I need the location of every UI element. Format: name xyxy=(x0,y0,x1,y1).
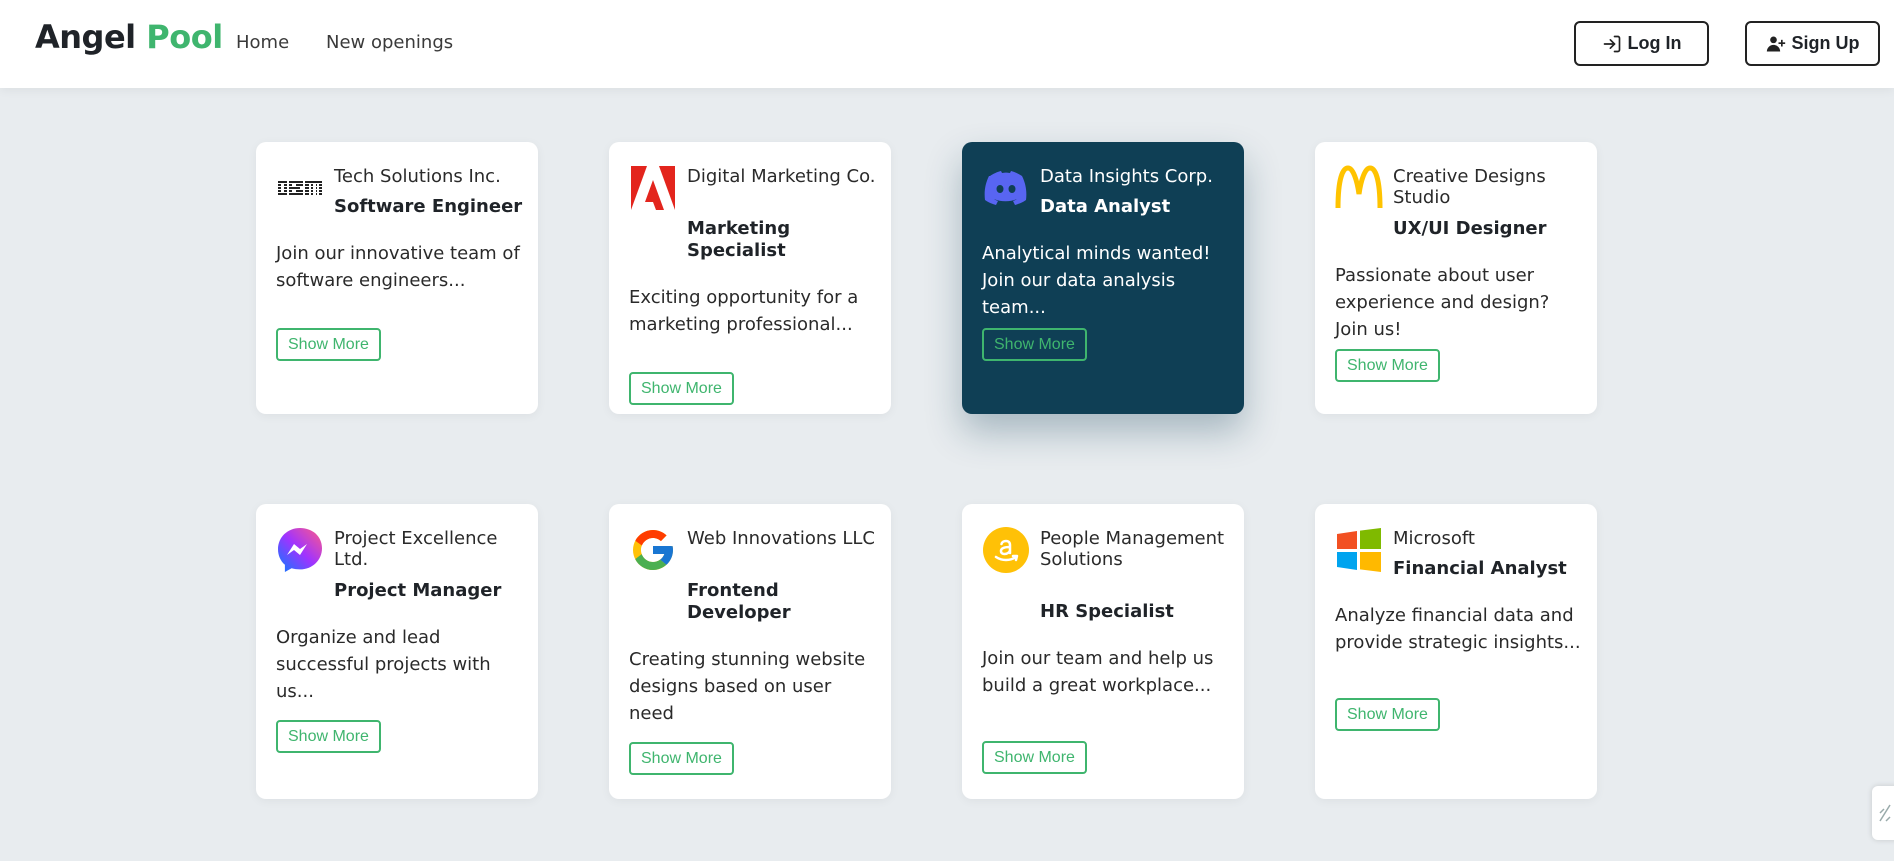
microsoft-logo xyxy=(1335,526,1383,574)
job-description: Organize and lead successful projects wi… xyxy=(276,627,491,702)
job-card: Web Innovations LLC Frontend Developer C… xyxy=(609,504,891,799)
company-name: Data Insights Corp. xyxy=(1040,166,1213,187)
company-name: Web Innovations LLC xyxy=(687,528,875,549)
signup-label: Sign Up xyxy=(1791,33,1860,53)
messenger-logo xyxy=(276,526,324,574)
job-description: Join our team and help us build a great … xyxy=(982,648,1214,696)
brand-name-part2: Pool xyxy=(146,18,223,56)
add-user-icon xyxy=(1766,36,1785,51)
company-name: Creative Designs Studio xyxy=(1393,166,1546,208)
job-card: Digital Marketing Co. Marketing Speciali… xyxy=(609,142,891,414)
expand-icon xyxy=(1879,804,1891,822)
company-name: Microsoft xyxy=(1393,528,1475,549)
show-more-button[interactable]: Show More xyxy=(982,741,1087,774)
job-title: Software Engineer xyxy=(334,196,523,217)
job-card: People Management Solutions HR Specialis… xyxy=(962,504,1244,799)
job-title: Financial Analyst xyxy=(1393,558,1567,579)
job-description: Analytical minds wanted! Join our data a… xyxy=(982,243,1211,318)
show-more-button[interactable]: Show More xyxy=(1335,698,1440,731)
job-title: Frontend Developer xyxy=(687,580,791,623)
amazon-logo xyxy=(982,526,1030,574)
job-card-active: Data Insights Corp. Data Analyst Analyti… xyxy=(962,142,1244,414)
job-description: Passionate about user experience and des… xyxy=(1335,265,1550,340)
job-card: Creative Designs Studio UX/UI Designer P… xyxy=(1315,142,1597,414)
google-logo xyxy=(629,526,677,574)
brand-name-part1: Angel xyxy=(35,18,136,56)
job-title: Project Manager xyxy=(334,580,502,601)
brand-logo[interactable]: Angel Pool xyxy=(35,18,223,56)
job-title: HR Specialist xyxy=(1040,601,1174,622)
company-name: People Management Solutions xyxy=(1040,528,1225,570)
signup-button[interactable]: Sign Up xyxy=(1745,21,1880,66)
job-card: Microsoft Financial Analyst Analyze fina… xyxy=(1315,504,1597,799)
show-more-button[interactable]: Show More xyxy=(276,328,381,361)
show-more-button[interactable]: Show More xyxy=(982,328,1087,361)
login-icon xyxy=(1603,35,1620,52)
job-description: Exciting opportunity for a marketing pro… xyxy=(629,287,859,335)
show-more-button[interactable]: Show More xyxy=(1335,349,1440,382)
company-name: Digital Marketing Co. xyxy=(687,166,876,187)
job-card: Project Excellence Ltd. Project Manager … xyxy=(256,504,538,799)
job-title: UX/UI Designer xyxy=(1393,218,1547,239)
adobe-logo xyxy=(629,164,677,212)
login-button[interactable]: Log In xyxy=(1574,21,1709,66)
job-description: Join our innovative team of software eng… xyxy=(276,243,520,291)
mcdonalds-logo xyxy=(1335,164,1383,212)
ibm-logo xyxy=(276,164,324,212)
company-name: Tech Solutions Inc. xyxy=(334,166,501,187)
job-description: Creating stunning website designs based … xyxy=(629,649,866,724)
nav-home-link[interactable]: Home xyxy=(236,32,289,53)
discord-logo xyxy=(982,164,1030,212)
login-label: Log In xyxy=(1627,33,1682,53)
company-name: Project Excellence Ltd. xyxy=(334,528,498,570)
show-more-button[interactable]: Show More xyxy=(629,742,734,775)
job-card: Tech Solutions Inc. Software Engineer Jo… xyxy=(256,142,538,414)
nav-new-openings-link[interactable]: New openings xyxy=(326,32,453,53)
job-description: Analyze financial data and provide strat… xyxy=(1335,605,1581,653)
navbar: Angel Pool Home New openings Log In Sign… xyxy=(0,0,1894,88)
show-more-button[interactable]: Show More xyxy=(629,372,734,405)
job-title: Marketing Specialist xyxy=(687,218,791,261)
show-more-button[interactable]: Show More xyxy=(276,720,381,753)
job-title: Data Analyst xyxy=(1040,196,1171,217)
feedback-widget[interactable] xyxy=(1872,786,1894,840)
